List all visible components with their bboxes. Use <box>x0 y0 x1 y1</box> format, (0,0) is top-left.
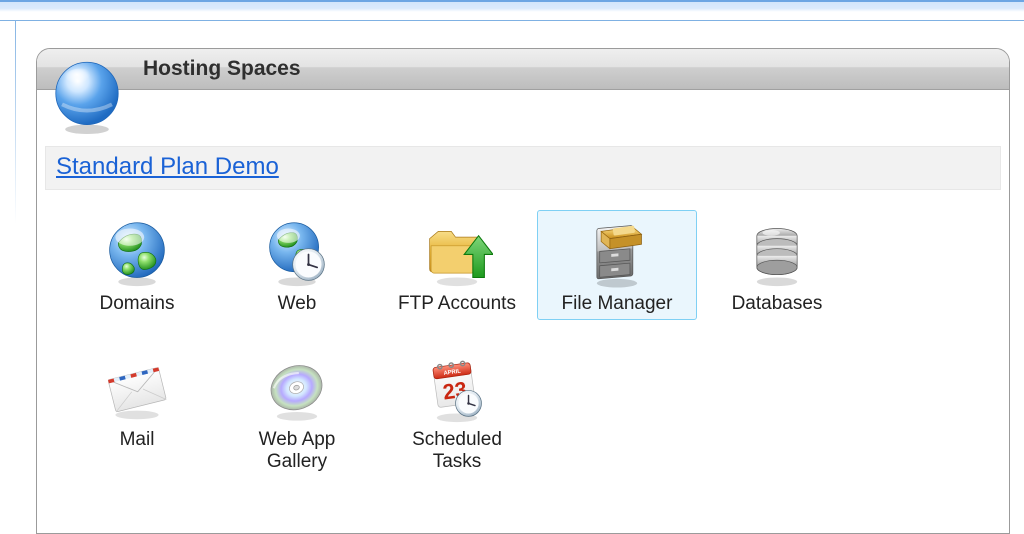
item-web-app-gallery[interactable]: Web AppGallery <box>217 346 377 478</box>
left-accent-line <box>15 20 16 224</box>
hosting-spaces-sphere-icon <box>48 56 126 134</box>
item-label: Web <box>222 293 372 315</box>
item-mail[interactable]: Mail <box>57 346 217 478</box>
item-label: Databases <box>702 293 852 315</box>
item-label: ScheduledTasks <box>382 429 532 473</box>
item-file-manager[interactable]: File Manager <box>537 210 697 320</box>
item-label: File Manager <box>542 293 692 315</box>
item-databases[interactable]: Databases <box>697 210 857 320</box>
panel-title: Hosting Spaces <box>143 57 301 81</box>
calendar-clock-icon <box>382 353 532 425</box>
item-label: Web AppGallery <box>222 429 372 473</box>
item-label: FTP Accounts <box>382 293 532 315</box>
item-ftp[interactable]: FTP Accounts <box>377 210 537 320</box>
plan-link[interactable]: Standard Plan Demo <box>56 153 279 180</box>
plan-bar: Standard Plan Demo <box>45 146 1001 190</box>
envelope-icon <box>62 353 212 425</box>
hosting-spaces-panel: Hosting Spaces Standard Plan Demo Domain… <box>36 48 1010 534</box>
top-gradient-bar <box>0 0 1024 21</box>
folder-upload-icon <box>382 217 532 289</box>
panel-header: Hosting Spaces <box>37 49 1009 90</box>
globe-green-icon <box>62 217 212 289</box>
database-icon <box>702 217 852 289</box>
item-label: Domains <box>62 293 212 315</box>
item-label: Mail <box>62 429 212 451</box>
globe-clock-icon <box>222 217 372 289</box>
item-domains[interactable]: Domains <box>57 210 217 320</box>
item-web[interactable]: Web <box>217 210 377 320</box>
icon-grid: Domains Web FTP Accounts File Manager Databa… <box>37 190 1009 496</box>
item-scheduled-tasks[interactable]: ScheduledTasks <box>377 346 537 478</box>
disc-icon <box>222 353 372 425</box>
file-cabinet-icon <box>542 217 692 289</box>
